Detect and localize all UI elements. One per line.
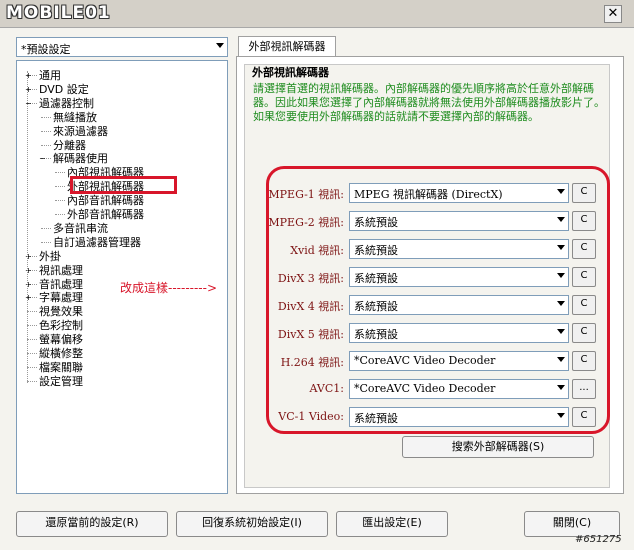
reset-defaults-button[interactable]: 回復系統初始設定(I): [176, 511, 328, 537]
tree-item[interactable]: 內部音訊解碼器: [67, 194, 144, 207]
tree-item[interactable]: 外部音訊解碼器: [67, 208, 144, 221]
tree-connector: [27, 339, 37, 341]
tree-item[interactable]: 來源過濾器: [53, 125, 108, 138]
tree-item[interactable]: 色彩控制: [39, 319, 83, 332]
tree-connector: [27, 311, 37, 313]
export-settings-button[interactable]: 匯出設定(E): [336, 511, 448, 537]
annotation-arrow-text: 改成這樣--------->: [120, 281, 218, 295]
search-external-decoders-button[interactable]: 搜索外部解碼器(S): [402, 436, 594, 458]
tree-item[interactable]: 縱橫修整: [39, 347, 83, 360]
tree-item[interactable]: 無縫播放: [53, 111, 97, 124]
watermark: #651275: [575, 534, 622, 545]
app-logo: MOBILE01: [6, 3, 111, 23]
tab-external-video-decoder[interactable]: 外部視訊解碼器: [238, 36, 336, 57]
group-description: 請選擇首選的視訊解碼器。內部解碼器的優先順序將高於任意外部解碼器。因此如果您選擇…: [253, 82, 605, 123]
title-bar: MOBILE01 ✕: [0, 0, 634, 28]
tree-item[interactable]: 設定管理: [39, 375, 83, 388]
tree-connector: [55, 200, 65, 202]
tree-connector: [27, 325, 37, 327]
tree-item[interactable]: DVD 設定: [39, 83, 89, 96]
tree-item[interactable]: 檔案關聯: [39, 361, 83, 374]
highlight-frame: [266, 166, 610, 434]
tree-connector: [41, 241, 51, 243]
tree-connector: [41, 130, 51, 132]
tree-item[interactable]: 多音訊串流: [53, 222, 108, 235]
tree-connector: [27, 380, 37, 382]
close-button[interactable]: ✕: [604, 5, 622, 23]
tree-connector: [27, 353, 37, 354]
collapse-icon[interactable]: −: [39, 155, 46, 163]
restore-current-button[interactable]: 還原當前的設定(R): [16, 511, 168, 537]
highlight-selected-node: [70, 176, 177, 194]
chevron-down-icon: [216, 43, 224, 48]
tree-item[interactable]: 螢幕偏移: [39, 333, 83, 346]
tree-connector: [27, 71, 28, 383]
tree-item[interactable]: 視訊處理: [39, 264, 83, 277]
tree-connector: [41, 116, 51, 118]
tree-item[interactable]: 解碼器使用: [53, 152, 108, 165]
tree-connector: [41, 227, 51, 229]
preset-value: *預設設定: [21, 43, 71, 56]
tree-item[interactable]: 通用: [39, 69, 61, 82]
tree-connector: [41, 144, 51, 146]
tree-item[interactable]: 過濾器控制: [39, 97, 94, 110]
tree-connector: [27, 366, 37, 368]
tree-connector: [55, 214, 65, 215]
tree-item[interactable]: 分離器: [53, 139, 86, 152]
tree-item[interactable]: 自訂過濾器管理器: [53, 236, 141, 249]
preset-dropdown[interactable]: *預設設定: [16, 37, 228, 57]
tree-item[interactable]: 音訊處理: [39, 278, 83, 291]
tree-item[interactable]: 外掛: [39, 250, 61, 263]
settings-tree[interactable]: + 通用 + DVD 設定 − 過濾器控制 無縫播放 來源過濾器 分離器 − 解碼器使用 內部視訊解碼…: [16, 60, 228, 494]
tree-connector: [55, 186, 65, 188]
tree-connector: [55, 172, 65, 174]
tree-item[interactable]: 視覺效果: [39, 305, 83, 318]
group-title: 外部視訊解碼器: [252, 66, 329, 79]
tree-item[interactable]: 字幕處理: [39, 291, 83, 304]
